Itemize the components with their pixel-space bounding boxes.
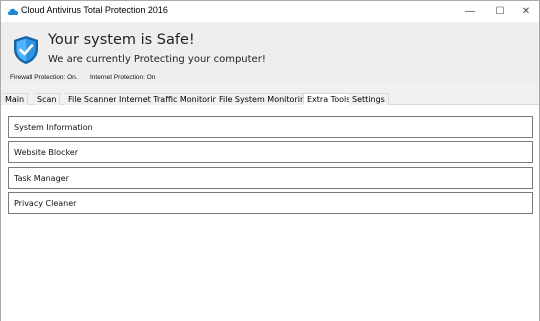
status-title: Your system is Safe!: [48, 32, 195, 48]
tab-settings[interactable]: Settings: [349, 93, 389, 105]
minimize-button[interactable]: —: [455, 1, 485, 22]
title-bar[interactable]: Cloud Antivirus Total Protection 2016 — …: [1, 1, 539, 22]
tab-main[interactable]: Main: [2, 93, 29, 105]
tab-file-scanner[interactable]: File Scanner: [65, 93, 121, 105]
task-manager-button[interactable]: Task Manager: [8, 167, 533, 189]
status-subtitle: We are currently Protecting your compute…: [48, 54, 266, 65]
internet-status: Internet Protection: On: [90, 74, 156, 81]
website-blocker-button[interactable]: Website Blocker: [8, 141, 533, 163]
system-information-button[interactable]: System Information: [8, 116, 533, 138]
cloud-icon: [7, 8, 19, 15]
tab-file-system-monitoring[interactable]: File System Monitoring: [216, 93, 315, 105]
app-window: Cloud Antivirus Total Protection 2016 — …: [0, 0, 540, 321]
shield-check-icon: [14, 36, 38, 64]
close-button[interactable]: ✕: [511, 1, 540, 22]
firewall-status: Firewall Protection: On.: [10, 74, 78, 81]
tab-scan[interactable]: Scan: [34, 93, 61, 105]
tab-internet-traffic-monitoring[interactable]: Internet Traffic Monitoring: [116, 93, 227, 105]
privacy-cleaner-button[interactable]: Privacy Cleaner: [8, 192, 533, 214]
window-title: Cloud Antivirus Total Protection 2016: [21, 5, 168, 15]
